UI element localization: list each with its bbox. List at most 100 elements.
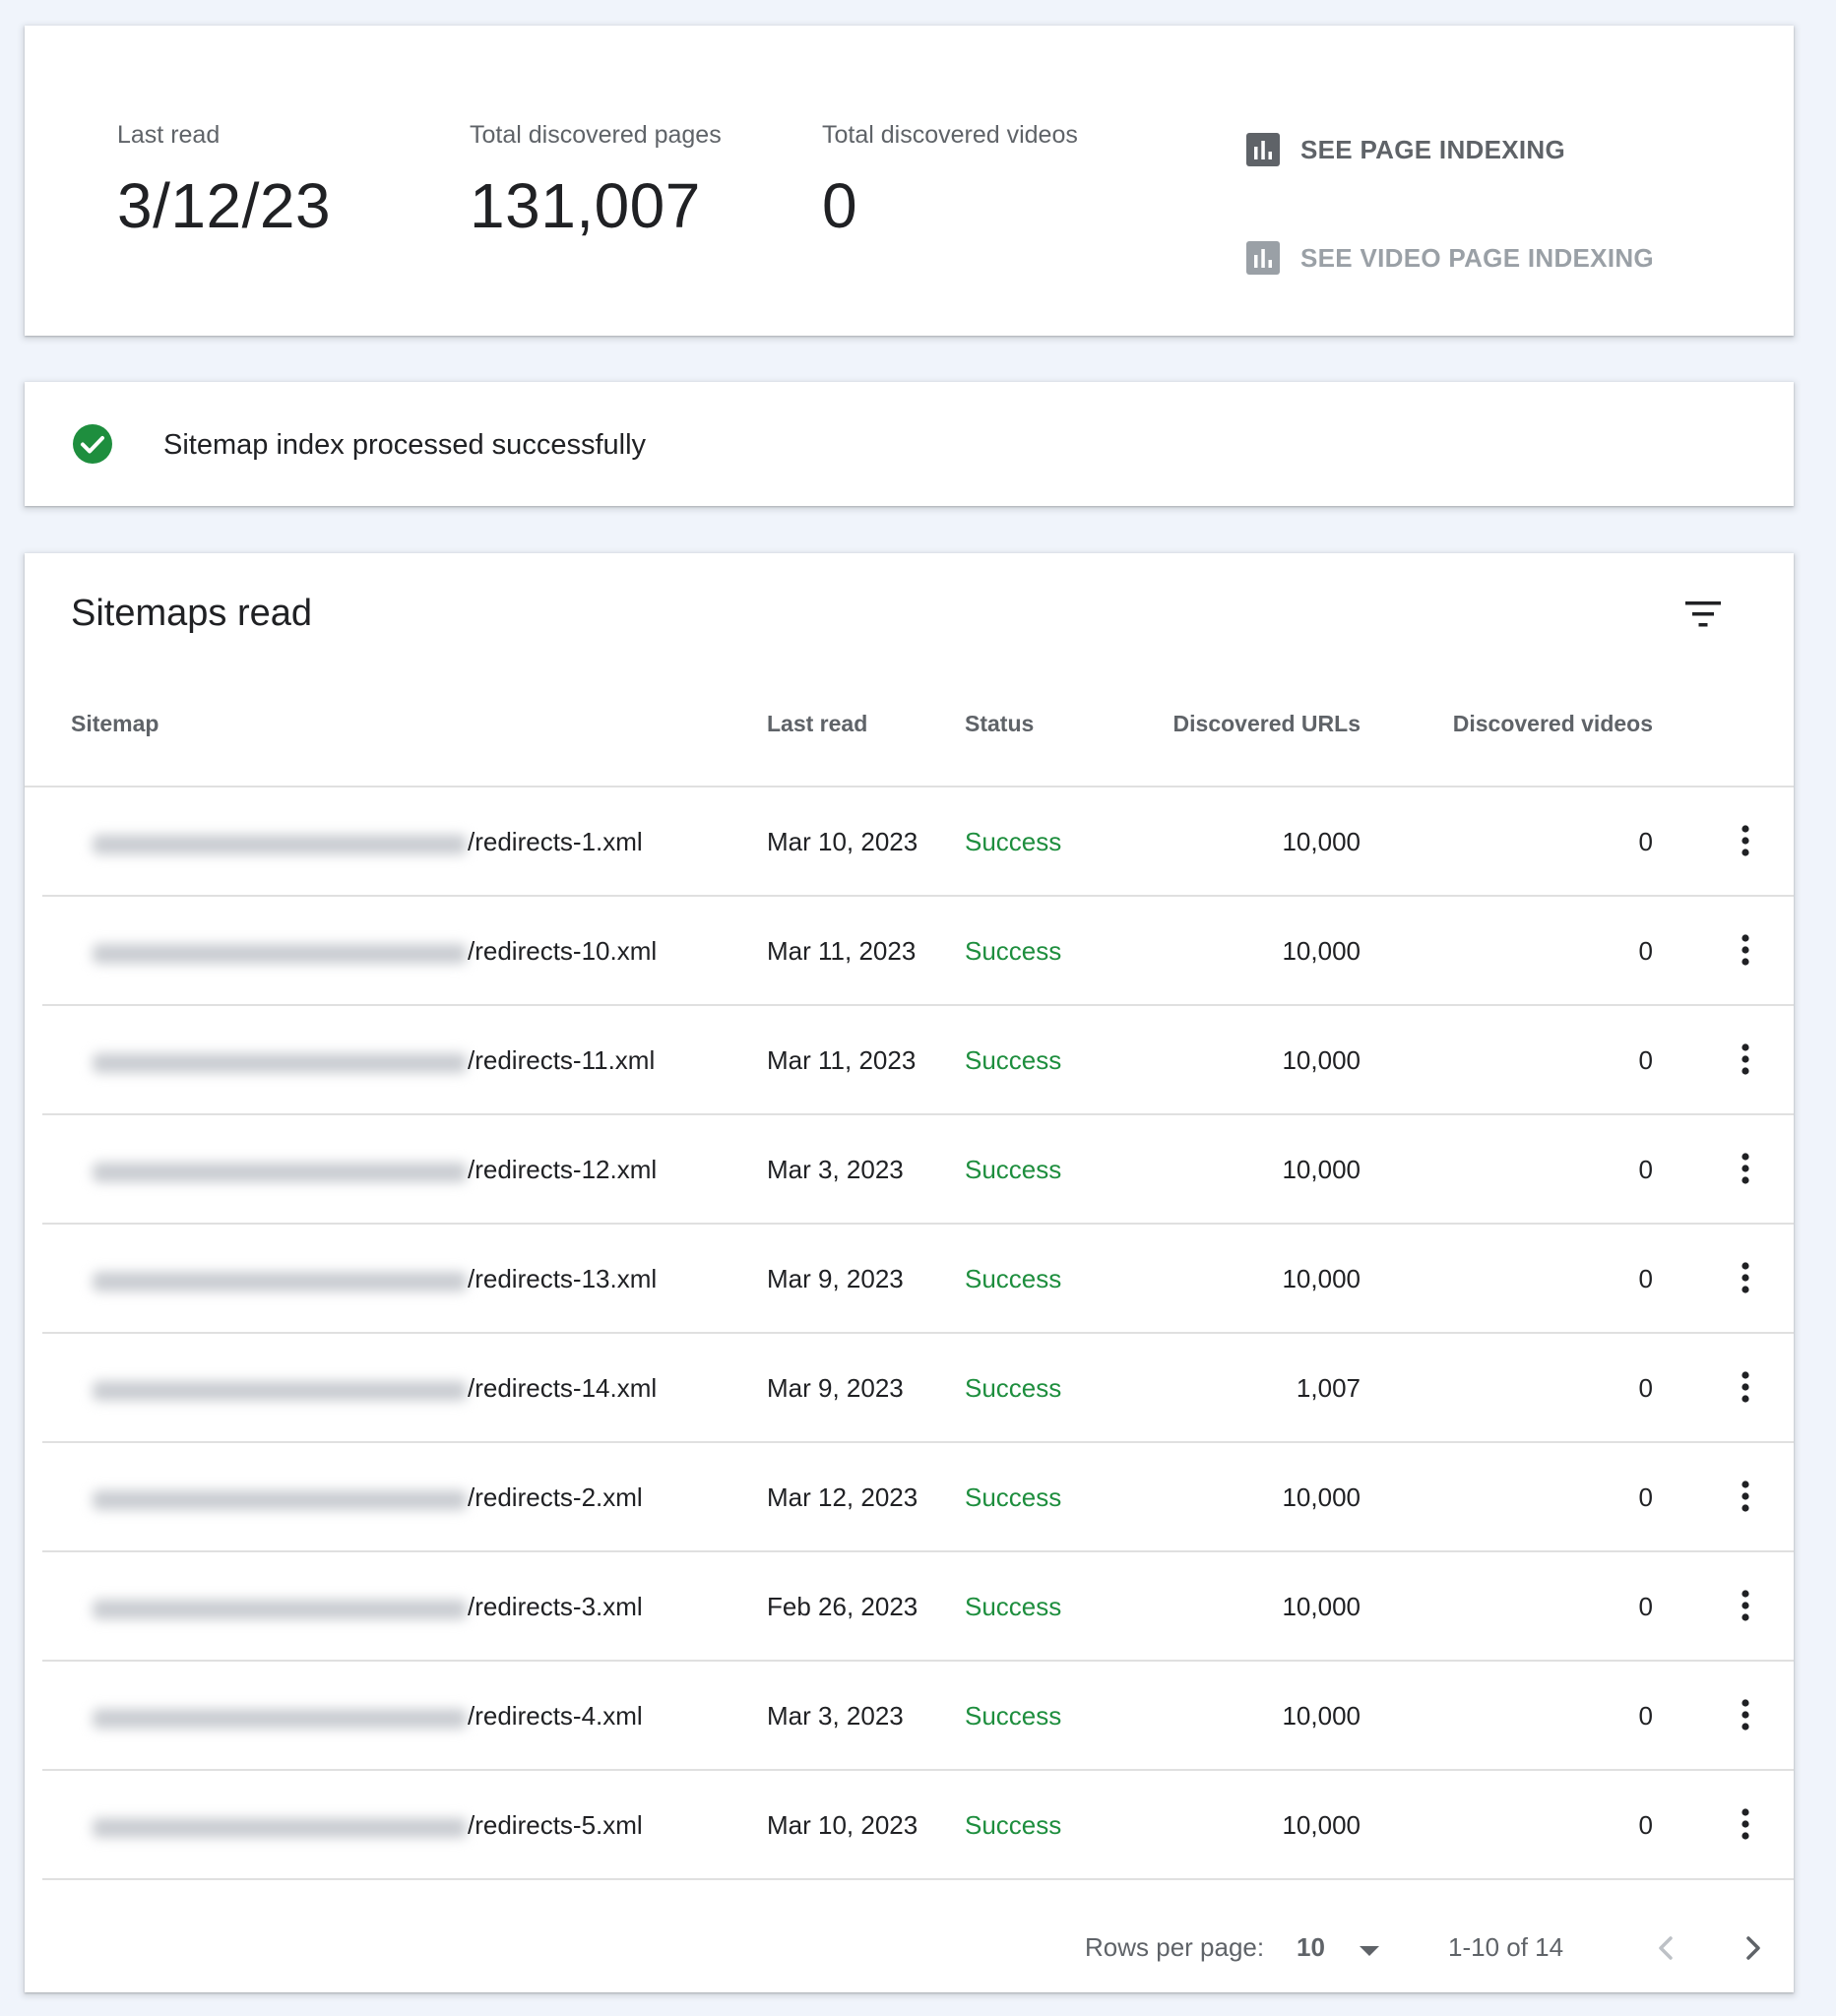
discovered-pages-stat: Total discovered pages 131,007: [470, 121, 722, 242]
discovered-urls-value: 10,000: [1282, 1701, 1361, 1731]
chevron-right-icon[interactable]: [1729, 1924, 1776, 1972]
table-row[interactable]: /redirects-14.xml Mar 9, 2023 Success 1,007…: [25, 1334, 1794, 1443]
column-header-last-read[interactable]: Last read: [767, 711, 867, 737]
status-badge: Success: [965, 936, 1062, 966]
discovered-videos-value: 0: [1638, 1701, 1653, 1731]
sitemap-path[interactable]: /redirects-11.xml: [468, 1045, 655, 1076]
more-vert-icon[interactable]: [1724, 1038, 1767, 1081]
discovered-videos-value: 0: [1638, 1155, 1653, 1184]
discovered-videos-value: 0: [1638, 1045, 1653, 1075]
more-vert-icon[interactable]: [1724, 1475, 1767, 1518]
redacted-sitemap-prefix: [71, 1246, 490, 1312]
redacted-sitemap-prefix: [71, 1683, 490, 1749]
more-vert-icon[interactable]: [1724, 1584, 1767, 1627]
status-badge: Success: [965, 1155, 1062, 1184]
table-row[interactable]: /redirects-10.xml Mar 11, 2023 Success 10,0…: [25, 897, 1794, 1006]
discovered-urls-value: 10,000: [1282, 936, 1361, 966]
table-row[interactable]: /redirects-13.xml Mar 9, 2023 Success 10,00…: [25, 1225, 1794, 1334]
column-header-discovered-videos[interactable]: Discovered videos: [1453, 711, 1653, 737]
more-vert-icon[interactable]: [1724, 1147, 1767, 1190]
redacted-sitemap-prefix: [71, 918, 490, 984]
pagination: Rows per page: 10 1-10 of 14: [25, 1924, 1794, 1974]
more-vert-icon[interactable]: [1724, 1365, 1767, 1409]
last-read-date: Mar 9, 2023: [767, 1264, 904, 1293]
discovered-videos-value: 0: [1638, 1373, 1653, 1403]
rows-per-page-label: Rows per page:: [1085, 1932, 1265, 1962]
see-video-page-indexing-button[interactable]: SEE VIDEO PAGE INDEXING: [1245, 240, 1654, 276]
bar-chart-icon: [1246, 241, 1280, 275]
summary-card: Last read 3/12/23 Total discovered pages…: [25, 26, 1794, 336]
more-vert-icon[interactable]: [1724, 1802, 1767, 1846]
status-badge: Success: [965, 1810, 1062, 1840]
sitemap-path[interactable]: /redirects-2.xml: [468, 1482, 643, 1513]
chevron-left-icon[interactable]: [1643, 1924, 1690, 1972]
discovered-urls-value: 10,000: [1282, 1482, 1361, 1512]
more-vert-icon[interactable]: [1724, 1693, 1767, 1736]
redacted-sitemap-prefix: [71, 1574, 490, 1640]
last-read-value: 3/12/23: [117, 170, 332, 241]
column-header-discovered-urls[interactable]: Discovered URLs: [1173, 711, 1361, 737]
status-badge: Success: [965, 1592, 1062, 1621]
redacted-sitemap-prefix: [71, 1137, 490, 1203]
discovered-urls-value: 10,000: [1282, 1264, 1361, 1293]
status-badge: Success: [965, 1373, 1062, 1403]
discovered-videos-value: 0: [1638, 1592, 1653, 1621]
see-page-indexing-button[interactable]: SEE PAGE INDEXING: [1245, 132, 1565, 167]
last-read-date: Mar 9, 2023: [767, 1373, 904, 1403]
see-page-indexing-label: SEE PAGE INDEXING: [1300, 134, 1566, 164]
sitemap-path[interactable]: /redirects-3.xml: [468, 1592, 643, 1622]
table-row[interactable]: /redirects-4.xml Mar 3, 2023 Success 10,000…: [25, 1662, 1794, 1771]
discovered-videos-value: 0: [1638, 1482, 1653, 1512]
see-video-page-indexing-label: SEE VIDEO PAGE INDEXING: [1300, 242, 1654, 273]
table-title: Sitemaps read: [71, 593, 313, 634]
table-row[interactable]: /redirects-1.xml Mar 10, 2023 Success 10,00…: [25, 788, 1794, 897]
last-read-date: Mar 11, 2023: [767, 1045, 917, 1075]
sitemap-path[interactable]: /redirects-14.xml: [468, 1373, 657, 1404]
more-vert-icon[interactable]: [1724, 819, 1767, 862]
status-badge: Success: [965, 827, 1062, 856]
status-badge: Success: [965, 1045, 1062, 1075]
discovered-videos-label: Total discovered videos: [822, 121, 1078, 149]
redacted-sitemap-prefix: [71, 1028, 490, 1094]
filter-icon[interactable]: [1679, 591, 1727, 638]
last-read-date: Mar 11, 2023: [767, 936, 917, 966]
discovered-videos-value: 0: [1638, 827, 1653, 856]
sitemap-path[interactable]: /redirects-13.xml: [468, 1264, 657, 1294]
column-header-status[interactable]: Status: [965, 711, 1034, 737]
pagination-range: 1-10 of 14: [1448, 1932, 1564, 1962]
table-row[interactable]: /redirects-12.xml Mar 3, 2023 Success 10,00…: [25, 1115, 1794, 1225]
discovered-urls-value: 10,000: [1282, 1045, 1361, 1075]
discovered-videos-stat: Total discovered videos 0: [822, 121, 1078, 242]
sitemap-path[interactable]: /redirects-10.xml: [468, 936, 657, 967]
discovered-urls-value: 10,000: [1282, 1155, 1361, 1184]
discovered-urls-value: 10,000: [1282, 1810, 1361, 1840]
table-row[interactable]: /redirects-5.xml Mar 10, 2023 Success 10,00…: [25, 1771, 1794, 1880]
more-vert-icon[interactable]: [1724, 1256, 1767, 1299]
table-row[interactable]: /redirects-11.xml Mar 11, 2023 Success 10,0…: [25, 1006, 1794, 1115]
table-header: Sitemap Last read Status Discovered URLs…: [25, 701, 1794, 750]
discovered-videos-value: 0: [1638, 1810, 1653, 1840]
status-badge: Success: [965, 1482, 1062, 1512]
last-read-date: Mar 10, 2023: [767, 1810, 918, 1840]
discovered-pages-label: Total discovered pages: [470, 121, 722, 149]
column-header-sitemap[interactable]: Sitemap: [71, 711, 158, 737]
table-row[interactable]: /redirects-2.xml Mar 12, 2023 Success 10,00…: [25, 1443, 1794, 1552]
sitemap-path[interactable]: /redirects-5.xml: [468, 1810, 643, 1841]
table-row[interactable]: /redirects-3.xml Feb 26, 2023 Success 10,00…: [25, 1552, 1794, 1662]
status-card: Sitemap index processed successfully: [25, 382, 1794, 506]
redacted-sitemap-prefix: [71, 1465, 490, 1531]
sitemap-path[interactable]: /redirects-4.xml: [468, 1701, 643, 1732]
status-badge: Success: [965, 1264, 1062, 1293]
sitemap-path[interactable]: /redirects-12.xml: [468, 1155, 657, 1185]
discovered-videos-value: 0: [822, 170, 858, 241]
more-vert-icon[interactable]: [1724, 928, 1767, 972]
status-message: Sitemap index processed successfully: [163, 429, 647, 461]
row-divider: [42, 1878, 1794, 1880]
rows-per-page-select[interactable]: 10: [1297, 1932, 1325, 1963]
redacted-sitemap-prefix: [71, 809, 490, 875]
arrow-drop-down-icon[interactable]: [1352, 1932, 1387, 1968]
discovered-urls-value: 1,007: [1296, 1373, 1361, 1403]
discovered-pages-value: 131,007: [470, 170, 701, 241]
sitemap-path[interactable]: /redirects-1.xml: [468, 827, 643, 857]
last-read-label: Last read: [117, 121, 221, 149]
